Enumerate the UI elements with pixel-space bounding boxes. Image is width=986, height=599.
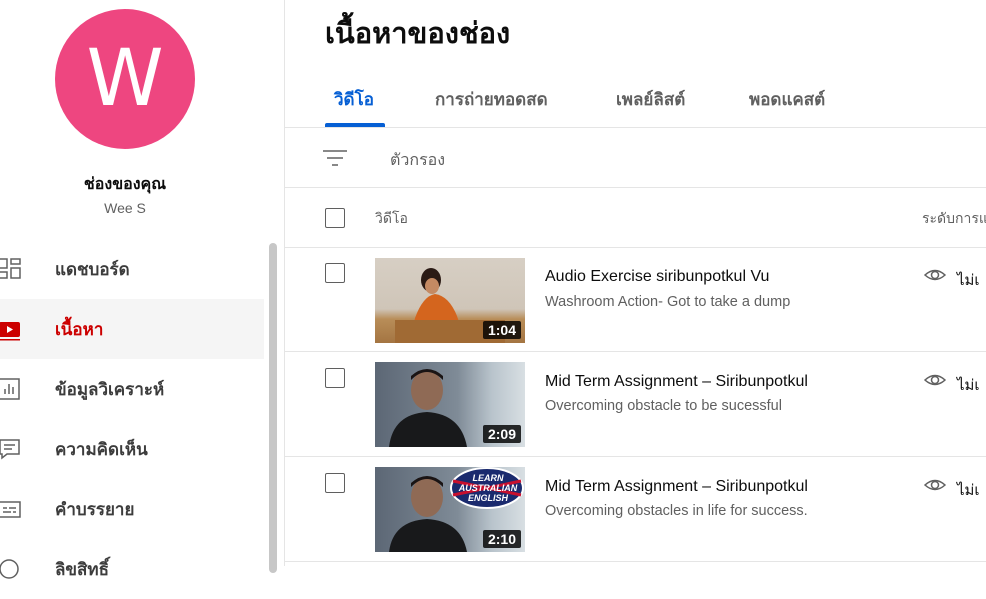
tab-podcasts[interactable]: พอดแคสต์ — [749, 86, 825, 113]
video-description: Washroom Action- Got to take a dump — [545, 294, 791, 310]
visibility-dropdown[interactable]: ไม่เ — [957, 268, 980, 292]
channel-title: ช่องของคุณ — [83, 176, 167, 193]
eye-icon — [923, 266, 947, 289]
analytics-icon — [0, 377, 22, 401]
video-description: Overcoming obstacle to be sucessful — [545, 398, 782, 414]
page-title: เนื้อหาของช่อง — [325, 18, 511, 50]
video-thumbnail[interactable]: LEARN AUSTRALIAN ENGLISH 2:10 — [375, 467, 525, 552]
channel-name: Wee S — [104, 200, 146, 216]
video-title[interactable]: Mid Term Assignment – Siribunpotkul — [545, 373, 808, 391]
column-header-visibility[interactable]: ระดับการแ — [922, 208, 986, 230]
sidebar-item-comments[interactable]: ความคิดเห็น — [0, 419, 264, 479]
filter-icon[interactable] — [323, 147, 347, 174]
visibility-dropdown[interactable]: ไม่เ — [957, 373, 980, 397]
tab-playlists[interactable]: เพลย์ลิสต์ — [616, 86, 685, 113]
divider — [285, 351, 986, 352]
row-checkbox[interactable] — [325, 368, 345, 388]
subtitles-icon — [0, 497, 22, 521]
divider — [285, 247, 986, 248]
eye-icon — [923, 371, 947, 394]
visibility-dropdown[interactable]: ไม่เ — [957, 478, 980, 502]
sidebar-item-label: เนื้อหา — [55, 319, 104, 339]
sidebar: W ช่องของคุณ Wee S แดชบอร์ด เนื้อหา ข้อม… — [0, 0, 285, 579]
row-checkbox[interactable] — [325, 263, 345, 283]
sidebar-item-label: แดชบอร์ด — [55, 259, 130, 279]
sidebar-scrollbar[interactable] — [269, 243, 277, 573]
divider — [285, 561, 986, 562]
tab-videos[interactable]: วิดีโอ — [334, 86, 374, 113]
select-all-checkbox[interactable] — [325, 208, 345, 228]
video-duration: 2:09 — [482, 425, 521, 443]
content-icon — [0, 317, 22, 341]
divider — [285, 127, 986, 128]
dashboard-icon — [0, 257, 22, 281]
sidebar-item-label: ลิขสิทธิ์ — [55, 559, 109, 579]
filter-input[interactable]: ตัวกรอง — [390, 148, 445, 173]
divider — [285, 456, 986, 457]
comments-icon — [0, 437, 22, 461]
video-thumbnail[interactable]: 2:09 — [375, 362, 525, 447]
video-title[interactable]: Mid Term Assignment – Siribunpotkul — [545, 478, 808, 496]
video-description: Overcoming obstacles in life for success… — [545, 503, 808, 519]
tab-live[interactable]: การถ่ายทอดสด — [435, 86, 548, 113]
avatar-letter: W — [86, 34, 164, 124]
thumbnail-badge-text: LEARN AUSTRALIAN ENGLISH — [458, 473, 518, 503]
sidebar-item-label: คำบรรยาย — [55, 499, 135, 519]
sidebar-item-label: ความคิดเห็น — [55, 439, 148, 459]
sidebar-item-label: ข้อมูลวิเคราะห์ — [55, 379, 165, 399]
sidebar-item-subtitles[interactable]: คำบรรยาย — [0, 479, 264, 539]
channel-avatar[interactable]: W — [55, 9, 195, 149]
row-checkbox[interactable] — [325, 473, 345, 493]
sidebar-item-content[interactable]: เนื้อหา — [0, 299, 264, 359]
column-header-video[interactable]: วิดีโอ — [375, 208, 408, 230]
sidebar-item-dashboard[interactable]: แดชบอร์ด — [0, 239, 264, 299]
video-duration: 2:10 — [482, 530, 521, 548]
video-title[interactable]: Audio Exercise siribunpotkul Vu — [545, 268, 769, 286]
video-thumbnail[interactable]: 1:04 — [375, 258, 525, 343]
eye-icon — [923, 476, 947, 499]
sidebar-item-copyright[interactable]: ลิขสิทธิ์ — [0, 539, 264, 599]
video-duration: 1:04 — [482, 321, 521, 339]
sidebar-item-analytics[interactable]: ข้อมูลวิเคราะห์ — [0, 359, 264, 419]
copyright-icon — [0, 557, 22, 581]
divider — [285, 187, 986, 188]
